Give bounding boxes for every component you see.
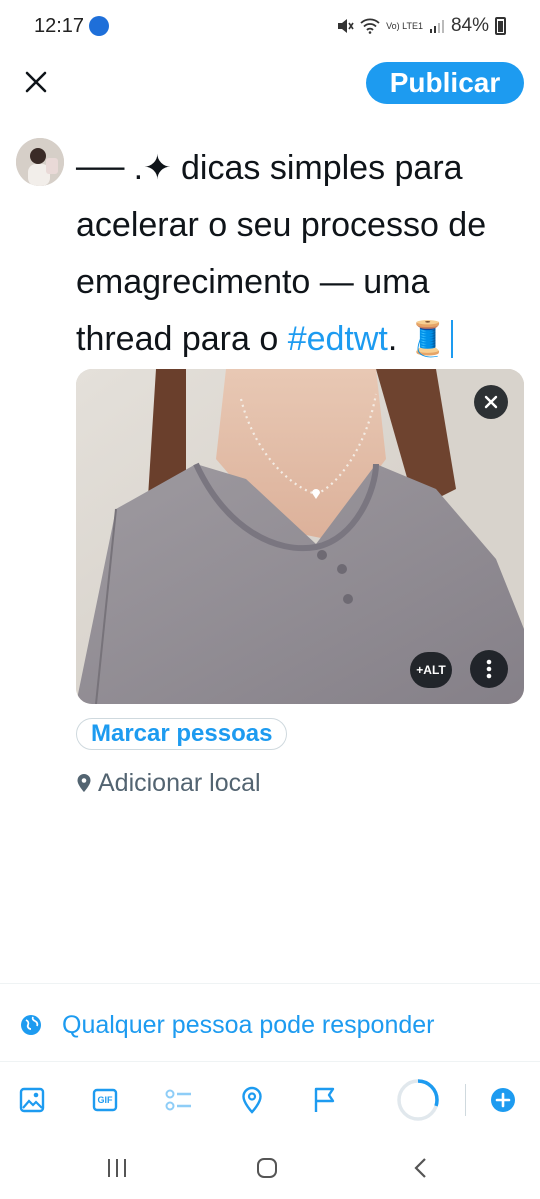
close-button[interactable]: [18, 64, 54, 100]
remove-media-button[interactable]: [474, 385, 508, 419]
recent-apps-button[interactable]: [97, 1152, 137, 1184]
close-icon: [25, 71, 47, 93]
back-icon: [414, 1158, 426, 1178]
tweet-text-input[interactable]: ── .✦ dicas simples para acelerar o seu …: [76, 140, 526, 368]
add-image-button[interactable]: [14, 1082, 50, 1118]
back-button[interactable]: [400, 1152, 440, 1184]
add-location-tool-button[interactable]: [234, 1082, 270, 1118]
progress-ring-icon: [397, 1079, 439, 1121]
flag-icon: [314, 1087, 335, 1112]
wifi-icon: [360, 18, 380, 34]
home-button[interactable]: [247, 1152, 287, 1184]
battery-icon: [495, 17, 506, 35]
add-gif-button[interactable]: GIF: [87, 1082, 123, 1118]
add-location-label: Adicionar local: [98, 768, 261, 797]
signal-icon: [429, 20, 444, 33]
status-time: 12:17: [34, 15, 85, 37]
text-caret: [451, 320, 454, 358]
globe-icon: [21, 1015, 41, 1035]
add-poll-button[interactable]: [161, 1082, 197, 1118]
composer-toolbar: GIF: [0, 1064, 540, 1136]
hashtag-link[interactable]: #edtwt: [288, 320, 388, 358]
tweet-text-end: . 🧵: [387, 320, 450, 358]
image-icon: [19, 1087, 45, 1113]
attached-photo: [76, 369, 524, 704]
app-notification-icon: [89, 16, 109, 36]
status-indicators: Vo) LTE1 84%: [336, 15, 506, 37]
add-location-button[interactable]: Adicionar local: [76, 766, 261, 800]
divider: [0, 983, 540, 984]
gif-label: GIF: [97, 1095, 113, 1105]
poll-icon: [165, 1089, 191, 1111]
add-icon: [491, 1088, 515, 1112]
mute-icon: [338, 19, 354, 33]
more-vertical-icon: [486, 659, 492, 679]
divider: [0, 1061, 540, 1062]
system-nav-bar: [0, 1140, 540, 1199]
add-thread-button[interactable]: [485, 1082, 521, 1118]
character-counter: [396, 1078, 440, 1122]
battery-percent: 84%: [450, 15, 489, 36]
media-more-button[interactable]: [470, 650, 508, 688]
content-warning-button[interactable]: [307, 1082, 343, 1118]
add-alt-text-button[interactable]: +ALT: [410, 652, 452, 688]
avatar: [16, 138, 64, 186]
reply-setting-label: Qualquer pessoa pode responder: [62, 1010, 435, 1039]
status-bar: 12:17 Vo) LTE1 84%: [0, 0, 540, 54]
tag-people-button[interactable]: Marcar pessoas: [76, 718, 288, 750]
location-pin-icon: [77, 774, 91, 792]
reply-setting-button[interactable]: Qualquer pessoa pode responder: [20, 1006, 435, 1044]
network-label: Vo) LTE1: [386, 20, 423, 31]
toolbar-separator: [465, 1084, 466, 1116]
publish-button[interactable]: Publicar: [366, 62, 524, 104]
home-icon: [257, 1158, 277, 1178]
attached-image[interactable]: +ALT: [76, 369, 524, 704]
close-icon: [484, 395, 498, 409]
recent-apps-icon: [108, 1159, 126, 1177]
location-icon: [242, 1086, 262, 1114]
